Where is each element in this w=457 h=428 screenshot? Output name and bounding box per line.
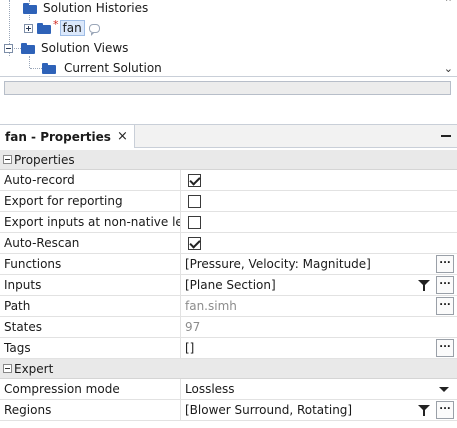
property-row-inputs: Inputs [Plane Section] ... — [0, 275, 457, 296]
tree-node-solution-histories[interactable]: Solution Histories — [23, 0, 148, 18]
collapse-icon[interactable] — [3, 364, 12, 373]
inputs-value[interactable]: [Plane Section] — [182, 275, 457, 295]
modified-marker: * — [53, 17, 59, 31]
tree-horizontal-scroll-area — [0, 76, 457, 121]
property-row-tags: Tags [] ... — [0, 338, 457, 359]
property-row-compression-mode: Compression mode Lossless — [0, 379, 457, 400]
property-name: Compression mode — [0, 379, 181, 399]
regions-value[interactable]: [Blower Surround, Rotating] — [182, 400, 457, 420]
properties-panel-header: fan - Properties × — [0, 124, 457, 148]
auto-record-checkbox[interactable] — [188, 174, 201, 187]
close-icon[interactable]: × — [117, 129, 128, 144]
section-properties[interactable]: Properties — [0, 150, 457, 170]
filter-icon[interactable] — [418, 280, 430, 291]
tree-node-fan[interactable]: * fan — [24, 18, 100, 38]
property-name: Auto-Rescan — [0, 233, 181, 253]
minimize-icon[interactable] — [441, 135, 451, 137]
tags-value[interactable]: [] — [182, 338, 457, 358]
property-row-export-inputs: Export inputs at non-native le — [0, 212, 457, 233]
property-name: Inputs — [0, 275, 181, 295]
property-row-path: Path fan.simh ... — [0, 296, 457, 317]
expand-icon[interactable] — [24, 23, 33, 33]
section-label: Expert — [14, 361, 54, 376]
collapse-icon[interactable] — [3, 155, 12, 164]
property-row-export-for-reporting: Export for reporting — [0, 191, 457, 212]
property-name: Functions — [0, 254, 181, 274]
horizontal-scrollbar[interactable] — [4, 81, 451, 95]
auto-rescan-checkbox[interactable] — [188, 237, 201, 250]
path-value: fan.simh — [185, 299, 237, 313]
folder-icon — [37, 22, 51, 34]
section-expert[interactable]: Expert — [0, 359, 457, 379]
property-name: Regions — [0, 400, 181, 420]
comment-icon[interactable] — [88, 23, 100, 36]
regions-edit-button[interactable]: ... — [436, 401, 454, 419]
property-name: Auto-record — [0, 170, 181, 190]
filter-icon[interactable] — [418, 405, 430, 416]
tree-node-label: Solution Histories — [43, 1, 149, 15]
chevron-down-icon[interactable] — [439, 387, 449, 392]
property-row-auto-rescan: Auto-Rescan — [0, 233, 457, 254]
tree-connector-line — [30, 68, 42, 69]
export-for-reporting-checkbox[interactable] — [188, 195, 201, 208]
tree-node-solution-views[interactable]: Solution Views — [4, 38, 128, 58]
section-label: Properties — [14, 152, 75, 167]
tab-title: fan - Properties — [5, 129, 111, 144]
property-name: States — [0, 317, 181, 337]
tree-node-label: Solution Views — [41, 41, 129, 55]
property-row-auto-record: Auto-record — [0, 170, 457, 191]
simulation-tree: Solution Histories * fan Solution Views … — [0, 0, 457, 76]
property-row-regions: Regions [Blower Surround, Rotating] ... — [0, 400, 457, 421]
scroll-down-arrow-icon[interactable]: ⌄ — [444, 62, 453, 75]
inputs-edit-button[interactable]: ... — [436, 276, 454, 294]
folder-icon — [23, 2, 37, 14]
folder-icon — [21, 42, 35, 54]
compression-mode-select[interactable]: Lossless — [182, 379, 457, 399]
tree-node-current-solution[interactable]: Current Solution — [42, 58, 162, 76]
folder-icon — [42, 62, 56, 74]
property-row-states: States 97 — [0, 317, 457, 338]
functions-value[interactable]: [Pressure, Velocity: Magnitude] — [182, 254, 457, 274]
property-name: Export for reporting — [0, 191, 181, 211]
property-row-functions: Functions [Pressure, Velocity: Magnitude… — [0, 254, 457, 275]
tree-node-label[interactable]: fan — [59, 20, 85, 36]
tab-fan-properties[interactable]: fan - Properties × — [0, 124, 135, 148]
states-value: 97 — [185, 320, 201, 334]
export-inputs-checkbox[interactable] — [188, 216, 201, 229]
property-grid: Properties Auto-record Export for report… — [0, 150, 457, 421]
collapse-icon[interactable] — [4, 43, 13, 53]
property-name: Path — [0, 296, 181, 316]
functions-edit-button[interactable]: ... — [436, 255, 454, 273]
scroll-up-arrow-icon[interactable]: ⌃ — [444, 0, 453, 9]
path-edit-button[interactable]: ... — [436, 297, 454, 315]
tree-node-label: Current Solution — [64, 61, 162, 75]
property-name: Export inputs at non-native le — [0, 212, 181, 232]
tags-edit-button[interactable]: ... — [436, 339, 454, 357]
property-name: Tags — [0, 338, 181, 358]
